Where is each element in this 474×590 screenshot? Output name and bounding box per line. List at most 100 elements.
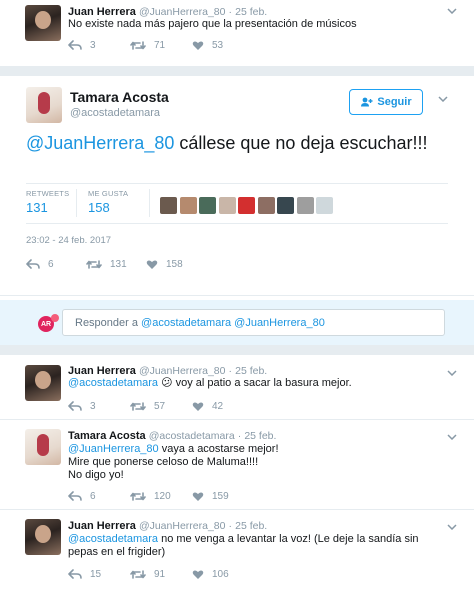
avatar[interactable] <box>25 519 61 555</box>
retweet-count: 71 <box>154 40 166 51</box>
likes-stat-value: 158 <box>88 200 110 215</box>
liker-avatar[interactable] <box>218 197 236 214</box>
author-handle[interactable]: @JuanHerrera_80 <box>139 6 226 18</box>
tweet-actions: 6 120 159 <box>68 491 254 502</box>
reply-button[interactable]: 6 <box>68 491 130 502</box>
tweet-body-line: pepas en el frigider) <box>68 546 166 558</box>
reply-button[interactable]: 6 <box>26 259 86 270</box>
separator-dot: · <box>228 520 233 532</box>
author-handle[interactable]: @JuanHerrera_80 <box>139 365 226 377</box>
like-button[interactable]: 53 <box>192 40 254 51</box>
reply-count: 3 <box>90 40 96 51</box>
retweet-button[interactable]: 120 <box>130 491 192 502</box>
mention-link[interactable]: @acostadetamara <box>68 533 158 545</box>
liker-avatar[interactable] <box>277 197 294 214</box>
author-name[interactable]: Juan Herrera <box>68 365 136 377</box>
mention-link: @acostadetamara <box>141 317 232 329</box>
reply-icon <box>68 569 82 579</box>
divider <box>0 345 474 355</box>
liker-avatar[interactable] <box>316 197 333 214</box>
author-name[interactable]: Juan Herrera <box>68 6 136 18</box>
avatar[interactable] <box>25 429 61 465</box>
like-count: 42 <box>212 401 224 412</box>
reply-button[interactable]: 3 <box>68 40 130 51</box>
divider <box>26 223 448 224</box>
author-name[interactable]: Tamara Acosta <box>70 89 169 105</box>
liker-avatar[interactable] <box>179 197 197 214</box>
retweet-icon <box>130 41 146 50</box>
retweet-button[interactable]: 91 <box>130 569 192 580</box>
tweet-actions: 15 91 106 <box>68 569 254 580</box>
like-button[interactable]: 42 <box>192 401 254 412</box>
avatar[interactable] <box>26 87 62 123</box>
tweet-time[interactable]: 25 feb. <box>235 365 267 377</box>
follow-button[interactable]: Seguir <box>349 89 423 115</box>
like-button[interactable]: 159 <box>192 491 254 502</box>
liker-avatar[interactable] <box>238 197 255 214</box>
tweet-text: No existe nada más pajero que la present… <box>68 18 357 30</box>
mention-link[interactable]: @JuanHerrera_80 <box>68 443 159 455</box>
liker-avatar[interactable] <box>199 197 216 214</box>
chevron-down-icon[interactable] <box>447 434 457 440</box>
reply-count: 6 <box>90 491 96 502</box>
heart-icon <box>192 41 204 50</box>
retweets-stat[interactable]: RETWEETS 131 <box>26 189 69 215</box>
reply-icon <box>26 259 40 269</box>
author-name[interactable]: Juan Herrera <box>68 520 136 532</box>
tweet-text: @acostadetamara 😕 voy al patio a sacar l… <box>68 377 448 390</box>
mention-link[interactable]: @JuanHerrera_80 <box>26 133 174 153</box>
separator-dot: · <box>228 6 233 18</box>
retweet-icon <box>86 260 102 269</box>
retweet-button[interactable]: 131 <box>86 259 146 270</box>
divider <box>0 509 474 510</box>
tweet-body-line: vaya a acostarse mejor! <box>158 443 279 455</box>
retweet-button[interactable]: 71 <box>130 40 192 51</box>
like-button[interactable]: 158 <box>146 259 206 270</box>
avatar[interactable]: AR <box>38 314 59 332</box>
tweet-text: @acostadetamara no me venga a levantar l… <box>68 533 448 559</box>
chevron-down-icon[interactable] <box>447 524 457 530</box>
mention-link: @JuanHerrera_80 <box>234 317 325 329</box>
liker-avatar[interactable] <box>296 197 314 214</box>
liker-avatar[interactable] <box>257 197 275 214</box>
retweet-count: 91 <box>154 569 166 580</box>
avatar[interactable] <box>25 365 61 401</box>
reply-button[interactable]: 15 <box>68 569 130 580</box>
retweet-icon <box>130 402 146 411</box>
heart-icon <box>192 492 204 501</box>
avatar-initials: AR <box>40 320 52 328</box>
tweet-timestamp[interactable]: 23:02 - 24 feb. 2017 <box>26 235 111 246</box>
tweet-body: voy al patio a sacar la basura mejor. <box>172 377 352 389</box>
liker-avatar[interactable] <box>160 197 177 214</box>
divider <box>0 295 474 296</box>
tweet-time[interactable]: 25 feb. <box>244 430 276 442</box>
tweet-body: cállese que no deja escuchar!!! <box>174 133 428 153</box>
reply-icon <box>68 401 82 411</box>
chevron-down-icon[interactable] <box>447 8 457 14</box>
mention-link[interactable]: @acostadetamara <box>68 377 158 389</box>
avatar[interactable] <box>25 5 61 41</box>
like-button[interactable]: 106 <box>192 569 254 580</box>
tweet-actions: 3 57 42 <box>68 401 254 412</box>
chevron-down-icon[interactable] <box>447 370 457 376</box>
likes-stat[interactable]: ME GUSTA 158 <box>88 189 128 215</box>
author-handle[interactable]: @acostadetamara <box>149 430 235 442</box>
retweets-stat-label: RETWEETS <box>26 189 70 198</box>
like-count: 106 <box>212 569 229 580</box>
tweet-text: @JuanHerrera_80 cállese que no deja escu… <box>26 131 446 155</box>
likes-stat-label: ME GUSTA <box>88 189 129 198</box>
reply-input[interactable]: Responder a @acostadetamara @JuanHerrera… <box>62 309 445 336</box>
follow-user-icon <box>361 97 373 107</box>
tweet-actions: 6 131 158 <box>26 259 206 270</box>
retweet-button[interactable]: 57 <box>130 401 192 412</box>
chevron-down-icon[interactable] <box>438 96 448 102</box>
tweet-time[interactable]: 25 feb. <box>235 520 267 532</box>
tweet-time[interactable]: 25 feb. <box>235 6 267 18</box>
divider <box>0 419 474 420</box>
author-name[interactable]: Tamara Acosta <box>68 430 146 442</box>
author-handle[interactable]: @acostadetamara <box>70 107 160 119</box>
author-handle[interactable]: @JuanHerrera_80 <box>139 520 226 532</box>
divider <box>149 189 150 217</box>
reply-button[interactable]: 3 <box>68 401 130 412</box>
tweet-text: @JuanHerrera_80 vaya a acostarse mejor! … <box>68 443 448 482</box>
